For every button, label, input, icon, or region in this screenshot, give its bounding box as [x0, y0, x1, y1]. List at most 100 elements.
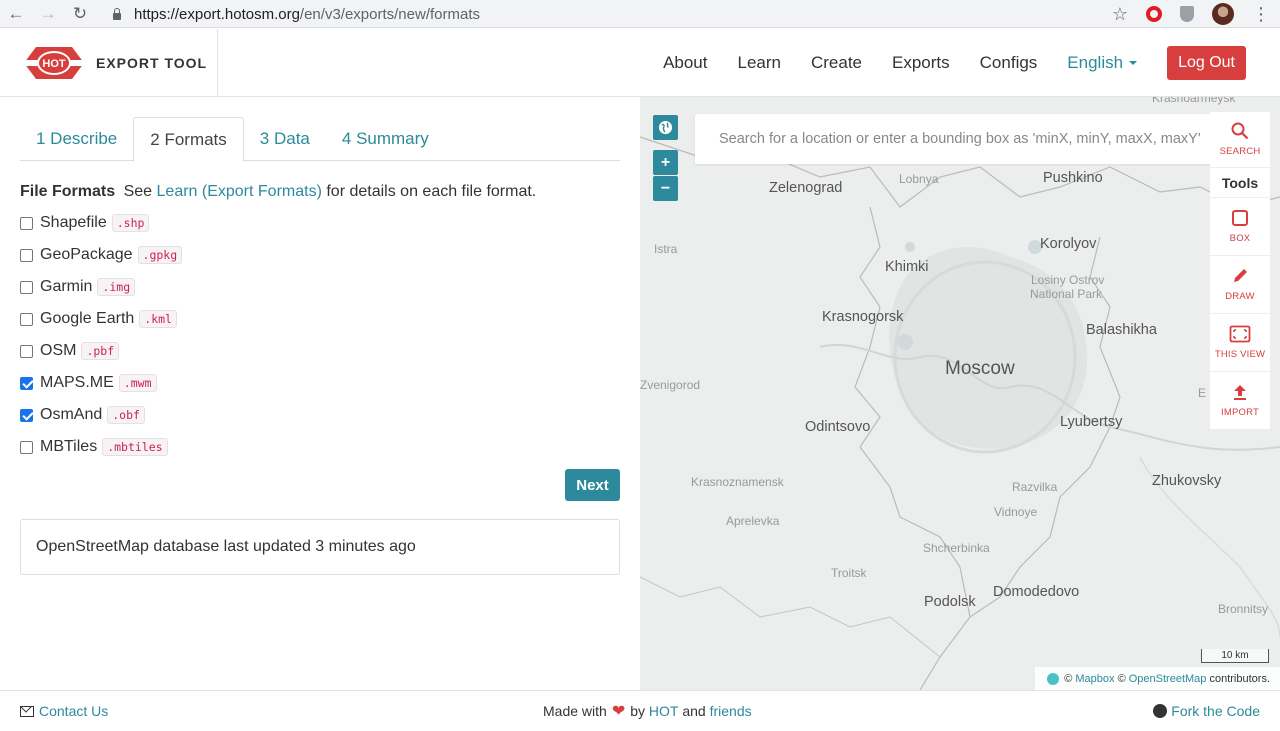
see-text: See [123, 183, 153, 200]
opera-extension-icon[interactable] [1146, 6, 1162, 22]
back-icon[interactable]: ← [0, 4, 32, 24]
bookmark-star-icon[interactable]: ☆ [1112, 4, 1128, 25]
format-checkbox[interactable] [20, 408, 33, 422]
fork-label: Fork the Code [1171, 703, 1260, 719]
search-tool-button[interactable]: SEARCH [1210, 112, 1270, 168]
map-view[interactable]: Krasnoarmeysk Zelenograd Lobnya Pushkino… [640, 97, 1280, 690]
brand-name: EXPORT TOOL [96, 54, 208, 71]
github-icon [1153, 704, 1168, 718]
format-checkbox[interactable] [20, 216, 33, 230]
map-label-zhukovsky: Zhukovsky [1152, 473, 1222, 489]
format-label: MAPS.ME [40, 374, 114, 391]
nav-exports[interactable]: Exports [892, 53, 950, 73]
zoom-in-button[interactable]: + [653, 150, 678, 175]
formats-suffix: for details on each file format. [326, 183, 537, 200]
format-label: Shapefile [40, 214, 107, 231]
format-checkbox[interactable] [20, 440, 33, 454]
shield-extension-icon[interactable] [1180, 6, 1194, 22]
address-bar[interactable]: https://export.hotosm.org/en/v3/exports/… [112, 0, 480, 28]
tab-formats[interactable]: 2 Formats [133, 117, 244, 162]
browser-menu-icon[interactable]: ⋮ [1252, 5, 1270, 23]
format-checkbox[interactable] [20, 280, 33, 294]
format-label: OSM [40, 342, 77, 359]
format-extension: .mwm [118, 374, 157, 392]
wizard-tabs: 1 Describe 2 Formats 3 Data 4 Summary [20, 117, 620, 162]
mapbox-link[interactable]: Mapbox [1075, 673, 1114, 685]
nav-create[interactable]: Create [811, 53, 862, 73]
tab-data[interactable]: 3 Data [244, 117, 326, 161]
box-tool-button[interactable]: BOX [1210, 198, 1270, 256]
format-extension: .gpkg [137, 246, 183, 264]
format-extension: .img [97, 278, 136, 296]
language-label: English [1067, 52, 1124, 72]
learn-formats-link[interactable]: Learn (Export Formats) [157, 183, 322, 200]
format-checkbox[interactable] [20, 312, 33, 326]
file-formats-title: File Formats [20, 183, 116, 200]
format-option[interactable]: Garmin .img [20, 271, 182, 303]
format-option[interactable]: GeoPackage .gpkg [20, 239, 183, 271]
mapbox-logo-icon[interactable] [1047, 672, 1060, 685]
this-view-tool-button[interactable]: THIS VIEW [1210, 314, 1270, 372]
format-option[interactable]: Shapefile .shp [20, 207, 182, 239]
brand[interactable]: HOT EXPORT TOOL [0, 29, 218, 96]
map-label-podolsk: Podolsk [924, 594, 976, 610]
format-option[interactable]: Google Earth .kml [20, 303, 182, 335]
attribution-copy1: © [1064, 672, 1073, 685]
format-extension: .pbf [81, 342, 120, 360]
map-tools-panel: SEARCH Tools BOX DRAW THIS VIEW IMPORT [1210, 112, 1270, 430]
format-label: Google Earth [40, 310, 135, 327]
map-label-e-partial: E [1198, 386, 1207, 400]
heart-icon: ❤ [611, 703, 626, 720]
format-checkbox[interactable] [20, 248, 33, 262]
by-text: by [630, 703, 646, 719]
nav-configs[interactable]: Configs [980, 53, 1038, 73]
viewport-icon [1229, 325, 1251, 343]
reload-icon[interactable]: ↻ [64, 4, 96, 24]
status-text: OpenStreetMap database last updated 3 mi… [36, 538, 416, 555]
nav-about[interactable]: About [663, 53, 707, 73]
map-label-shcherbinka: Shcherbinka [923, 541, 990, 555]
map-label-lobnya: Lobnya [899, 172, 939, 186]
format-checkbox[interactable] [20, 344, 33, 358]
fork-the-code-link[interactable]: Fork the Code [1153, 691, 1260, 731]
contact-us-link[interactable]: Contact Us [20, 691, 108, 731]
upload-icon [1234, 385, 1246, 400]
language-dropdown[interactable]: English [1067, 52, 1138, 73]
url-host: https://export.hotosm.org [134, 5, 300, 23]
tab-summary[interactable]: 4 Summary [326, 117, 445, 161]
import-tool-button[interactable]: IMPORT [1210, 372, 1270, 430]
format-option[interactable]: MAPS.ME .mwm [20, 367, 182, 399]
zoom-out-button[interactable]: − [653, 176, 678, 201]
format-option[interactable]: MBTiles .mbtiles [20, 431, 182, 463]
next-button[interactable]: Next [565, 469, 620, 501]
friends-link[interactable]: friends [710, 703, 752, 719]
box-icon [1232, 210, 1248, 226]
profile-avatar[interactable] [1212, 3, 1234, 25]
format-option[interactable]: OsmAnd .obf [20, 399, 182, 431]
hot-link[interactable]: HOT [649, 703, 679, 719]
format-option[interactable]: OSM .pbf [20, 335, 182, 367]
export-form-panel: 1 Describe 2 Formats 3 Data 4 Summary Fi… [0, 97, 640, 690]
map-attribution: © Mapbox © OpenStreetMap contributors. [1035, 667, 1280, 690]
format-checkbox[interactable] [20, 376, 33, 390]
app-header: HOT EXPORT TOOL About Learn Create Expor… [0, 29, 1280, 97]
tab-describe[interactable]: 1 Describe [20, 117, 133, 161]
logo-text: HOT [42, 58, 66, 70]
map-label-losiny-ostrov: Losiny Ostrov [1031, 273, 1105, 287]
format-checkbox-list: Shapefile .shp GeoPackage .gpkg Garmin .img Go… [20, 207, 183, 463]
attribution-copy2: © [1117, 672, 1126, 685]
pencil-icon [1234, 269, 1247, 282]
forward-icon[interactable]: → [32, 4, 64, 24]
logout-button[interactable]: Log Out [1167, 45, 1246, 80]
map-label-odintsovo: Odintsovo [805, 419, 871, 435]
format-label: GeoPackage [40, 246, 133, 263]
contact-us-label: Contact Us [39, 703, 109, 719]
globe-icon[interactable] [653, 115, 678, 140]
map-label-troitsk: Troitsk [831, 566, 867, 580]
draw-tool-button[interactable]: DRAW [1210, 256, 1270, 314]
location-search-input[interactable]: Search for a location or enter a boundin… [695, 114, 1211, 164]
openstreetmap-link[interactable]: OpenStreetMap [1129, 673, 1207, 685]
map-label-lyubertsy: Lyubertsy [1060, 414, 1123, 430]
nav-learn[interactable]: Learn [738, 53, 781, 73]
envelope-icon [20, 705, 34, 717]
